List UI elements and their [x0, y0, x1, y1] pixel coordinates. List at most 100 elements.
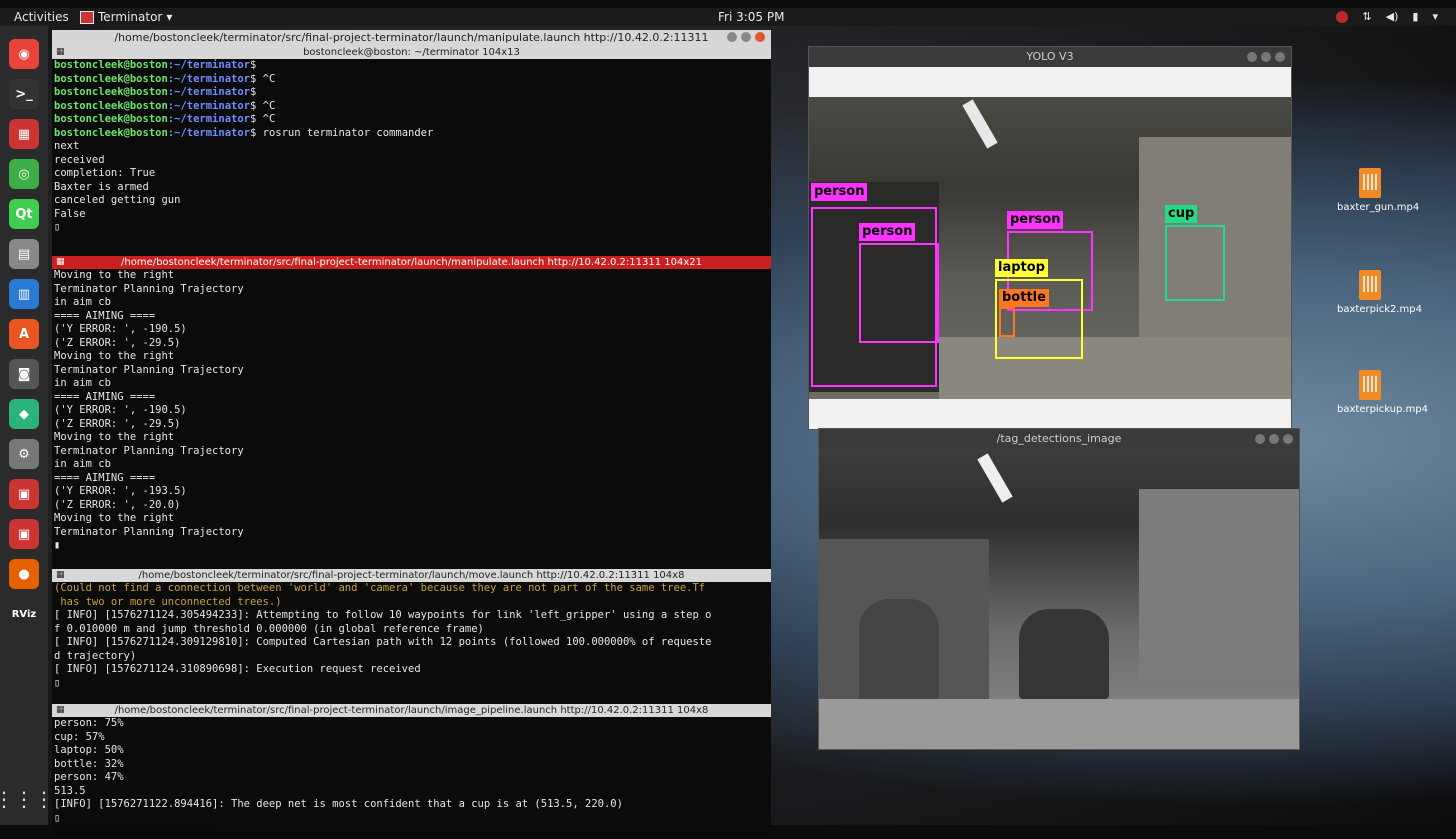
pane-titlebar[interactable]: ▦ /home/bostoncleek/terminator/src/final-…	[52, 569, 771, 582]
terminal-line: canceled getting gun	[54, 194, 181, 206]
desktop-file[interactable]: baxterpickup.mp4	[1337, 370, 1428, 415]
desktop-file[interactable]: baxterpick2.mp4	[1337, 270, 1422, 315]
terminal-line: ('Y ERROR: ', -190.5)	[54, 404, 187, 416]
terminal-line: bostoncleek@boston:~/terminator$ rosrun …	[54, 127, 769, 141]
files-icon[interactable]: ▤	[9, 239, 39, 269]
terminal-line: (Could not find a connection between 'wo…	[54, 582, 706, 594]
power-menu-icon: ▾	[1432, 10, 1438, 23]
prompt-user: bostoncleek@boston	[54, 99, 168, 112]
detection-label: cup	[1165, 205, 1198, 223]
detection-label: laptop	[995, 259, 1048, 277]
terminal-pane[interactable]: ▦ /home/bostoncleek/terminator/src/final-…	[52, 704, 771, 839]
detection-label: person	[1007, 211, 1064, 229]
terminal-line: [INFO] [1576271122.894416]: The deep net…	[54, 798, 623, 810]
ceiling-light	[962, 99, 998, 149]
terminator-2-icon[interactable]: ▣	[9, 479, 39, 509]
tag-detections-window: /tag_detections_image	[818, 428, 1300, 750]
image-padding-bottom	[809, 399, 1291, 429]
terminal-line: bostoncleek@boston:~/terminator$	[54, 86, 769, 100]
detection-box-bottle	[999, 307, 1015, 337]
terminal-line: [ INFO] [1576271124.309129810]: Computed…	[54, 636, 712, 648]
grid-icon[interactable]: ▦	[56, 704, 65, 717]
terminal-pane[interactable]: ▦ /home/bostoncleek/terminator/src/final-…	[52, 569, 771, 704]
desktop-file-label: baxter_gun.mp4	[1337, 202, 1420, 213]
prompt-path: :~/terminator	[167, 86, 250, 98]
maximize-button[interactable]	[1261, 52, 1271, 62]
chrome-icon[interactable]: ◉	[9, 39, 39, 69]
detection-box-person	[859, 243, 939, 343]
scene-shelf	[1139, 489, 1299, 679]
terminal-pane[interactable]: ▦ /home/bostoncleek/terminator/src/final-…	[52, 256, 771, 569]
pane-titlebar[interactable]: ▦ /home/bostoncleek/terminator/src/final-…	[52, 256, 771, 269]
web-icon[interactable]: ◎	[9, 159, 39, 189]
pane-title: bostoncleek@boston: ~/terminator 104x13	[303, 47, 520, 58]
rviz-icon[interactable]: RViz	[9, 599, 39, 629]
maximize-button[interactable]	[741, 32, 751, 42]
prompt-command: $ rosrun terminator commander	[249, 126, 434, 139]
detection-label: person	[811, 183, 868, 201]
terminal-line: in aim cb	[54, 296, 111, 308]
minimize-button[interactable]	[1247, 52, 1257, 62]
prompt-path: :~/terminator	[167, 99, 250, 112]
scene-table	[819, 699, 1299, 749]
terminal-line: in aim cb	[54, 377, 111, 389]
writer-icon[interactable]: ▥	[9, 279, 39, 309]
yolo-titlebar[interactable]: YOLO V3	[809, 47, 1291, 67]
close-button[interactable]	[1283, 434, 1293, 444]
settings-icon[interactable]: ⚙	[9, 439, 39, 469]
video-file-icon	[1359, 370, 1381, 400]
maximize-button[interactable]	[1269, 434, 1279, 444]
desktop-file[interactable]: baxter_gun.mp4	[1337, 168, 1420, 213]
window-title: /home/bostoncleek/terminator/src/final-p…	[114, 31, 709, 44]
terminal-panes: ▦ bostoncleek@boston: ~/terminator 104x13…	[52, 46, 771, 839]
activities-button[interactable]: Activities	[14, 8, 69, 26]
show-applications-icon[interactable]: ⋮⋮⋮	[0, 787, 54, 811]
yolo-camera-image: person person person cup laptop bottle	[809, 97, 1291, 399]
terminal-line: in aim cb	[54, 458, 111, 470]
video-file-icon	[1359, 270, 1381, 300]
terminal-line: ▯	[54, 221, 61, 233]
pane-title: /home/bostoncleek/terminator/src/final-p…	[138, 570, 685, 581]
tag-titlebar[interactable]: /tag_detections_image	[819, 429, 1299, 449]
system-tray[interactable]: ⇅ ◀) ▮ ▾	[1336, 8, 1438, 26]
terminal-pane[interactable]: ▦ bostoncleek@boston: ~/terminator 104x13…	[52, 46, 771, 256]
terminal-line: ▮	[54, 539, 61, 551]
terminal-output[interactable]: person: 75% cup: 57% laptop: 50% bottle: 32…	[52, 717, 771, 839]
terminal-output[interactable]: (Could not find a connection between 'wo…	[52, 582, 771, 704]
grid-icon[interactable]: ▦	[56, 569, 65, 582]
terminal-output[interactable]: bostoncleek@boston:~/terminator$ bostoncl…	[52, 59, 771, 256]
terminator-3-icon[interactable]: ▣	[9, 519, 39, 549]
prompt-user: bostoncleek@boston	[54, 86, 168, 98]
maps-icon[interactable]: ◆	[9, 399, 39, 429]
software-icon[interactable]: A	[9, 319, 39, 349]
scene-person	[1019, 609, 1109, 699]
terminal-output[interactable]: Moving to the right Terminator Planning T…	[52, 269, 771, 569]
window-titlebar[interactable]: /home/bostoncleek/terminator/src/final-p…	[52, 30, 771, 46]
firefox-icon[interactable]: ●	[9, 559, 39, 589]
pane-titlebar[interactable]: ▦ bostoncleek@boston: ~/terminator 104x13	[52, 46, 771, 59]
pane-titlebar[interactable]: ▦ /home/bostoncleek/terminator/src/final-…	[52, 704, 771, 717]
close-button[interactable]	[755, 32, 765, 42]
pane-title: /home/bostoncleek/terminator/src/final-p…	[121, 257, 702, 268]
terminal-line: ==== AIMING ====	[54, 309, 156, 322]
record-icon[interactable]	[1336, 11, 1349, 23]
clock[interactable]: Fri 3:05 PM	[718, 8, 784, 26]
minimize-button[interactable]	[727, 32, 737, 42]
terminal-line: [ INFO] [1576271124.310890698]: Executio…	[54, 663, 421, 675]
minimize-button[interactable]	[1255, 434, 1265, 444]
terminal-line: ('Y ERROR: ', -193.5)	[54, 485, 187, 497]
grid-icon[interactable]: ▦	[56, 256, 65, 269]
terminal-icon[interactable]: >_	[9, 79, 39, 109]
prompt-command: $ ^C	[249, 72, 276, 85]
qt-icon[interactable]: Qt	[9, 199, 39, 229]
dock: ◉ >_ ▦ ◎ Qt ▤ ▥ A ◙ ◆ ⚙ ▣ ▣ ● RViz ⋮⋮⋮	[0, 26, 54, 825]
terminator-icon[interactable]: ▦	[9, 119, 39, 149]
desktop-file-label: baxterpick2.mp4	[1337, 304, 1422, 315]
terminal-line: laptop: 50%	[54, 744, 124, 756]
close-button[interactable]	[1275, 52, 1285, 62]
detection-label: bottle	[999, 289, 1049, 307]
grid-icon[interactable]: ▦	[56, 46, 65, 59]
terminal-line: bostoncleek@boston:~/terminator$ ^C	[54, 113, 769, 127]
app-menu[interactable]: Terminator ▾	[80, 8, 172, 26]
camera-icon[interactable]: ◙	[9, 359, 39, 389]
